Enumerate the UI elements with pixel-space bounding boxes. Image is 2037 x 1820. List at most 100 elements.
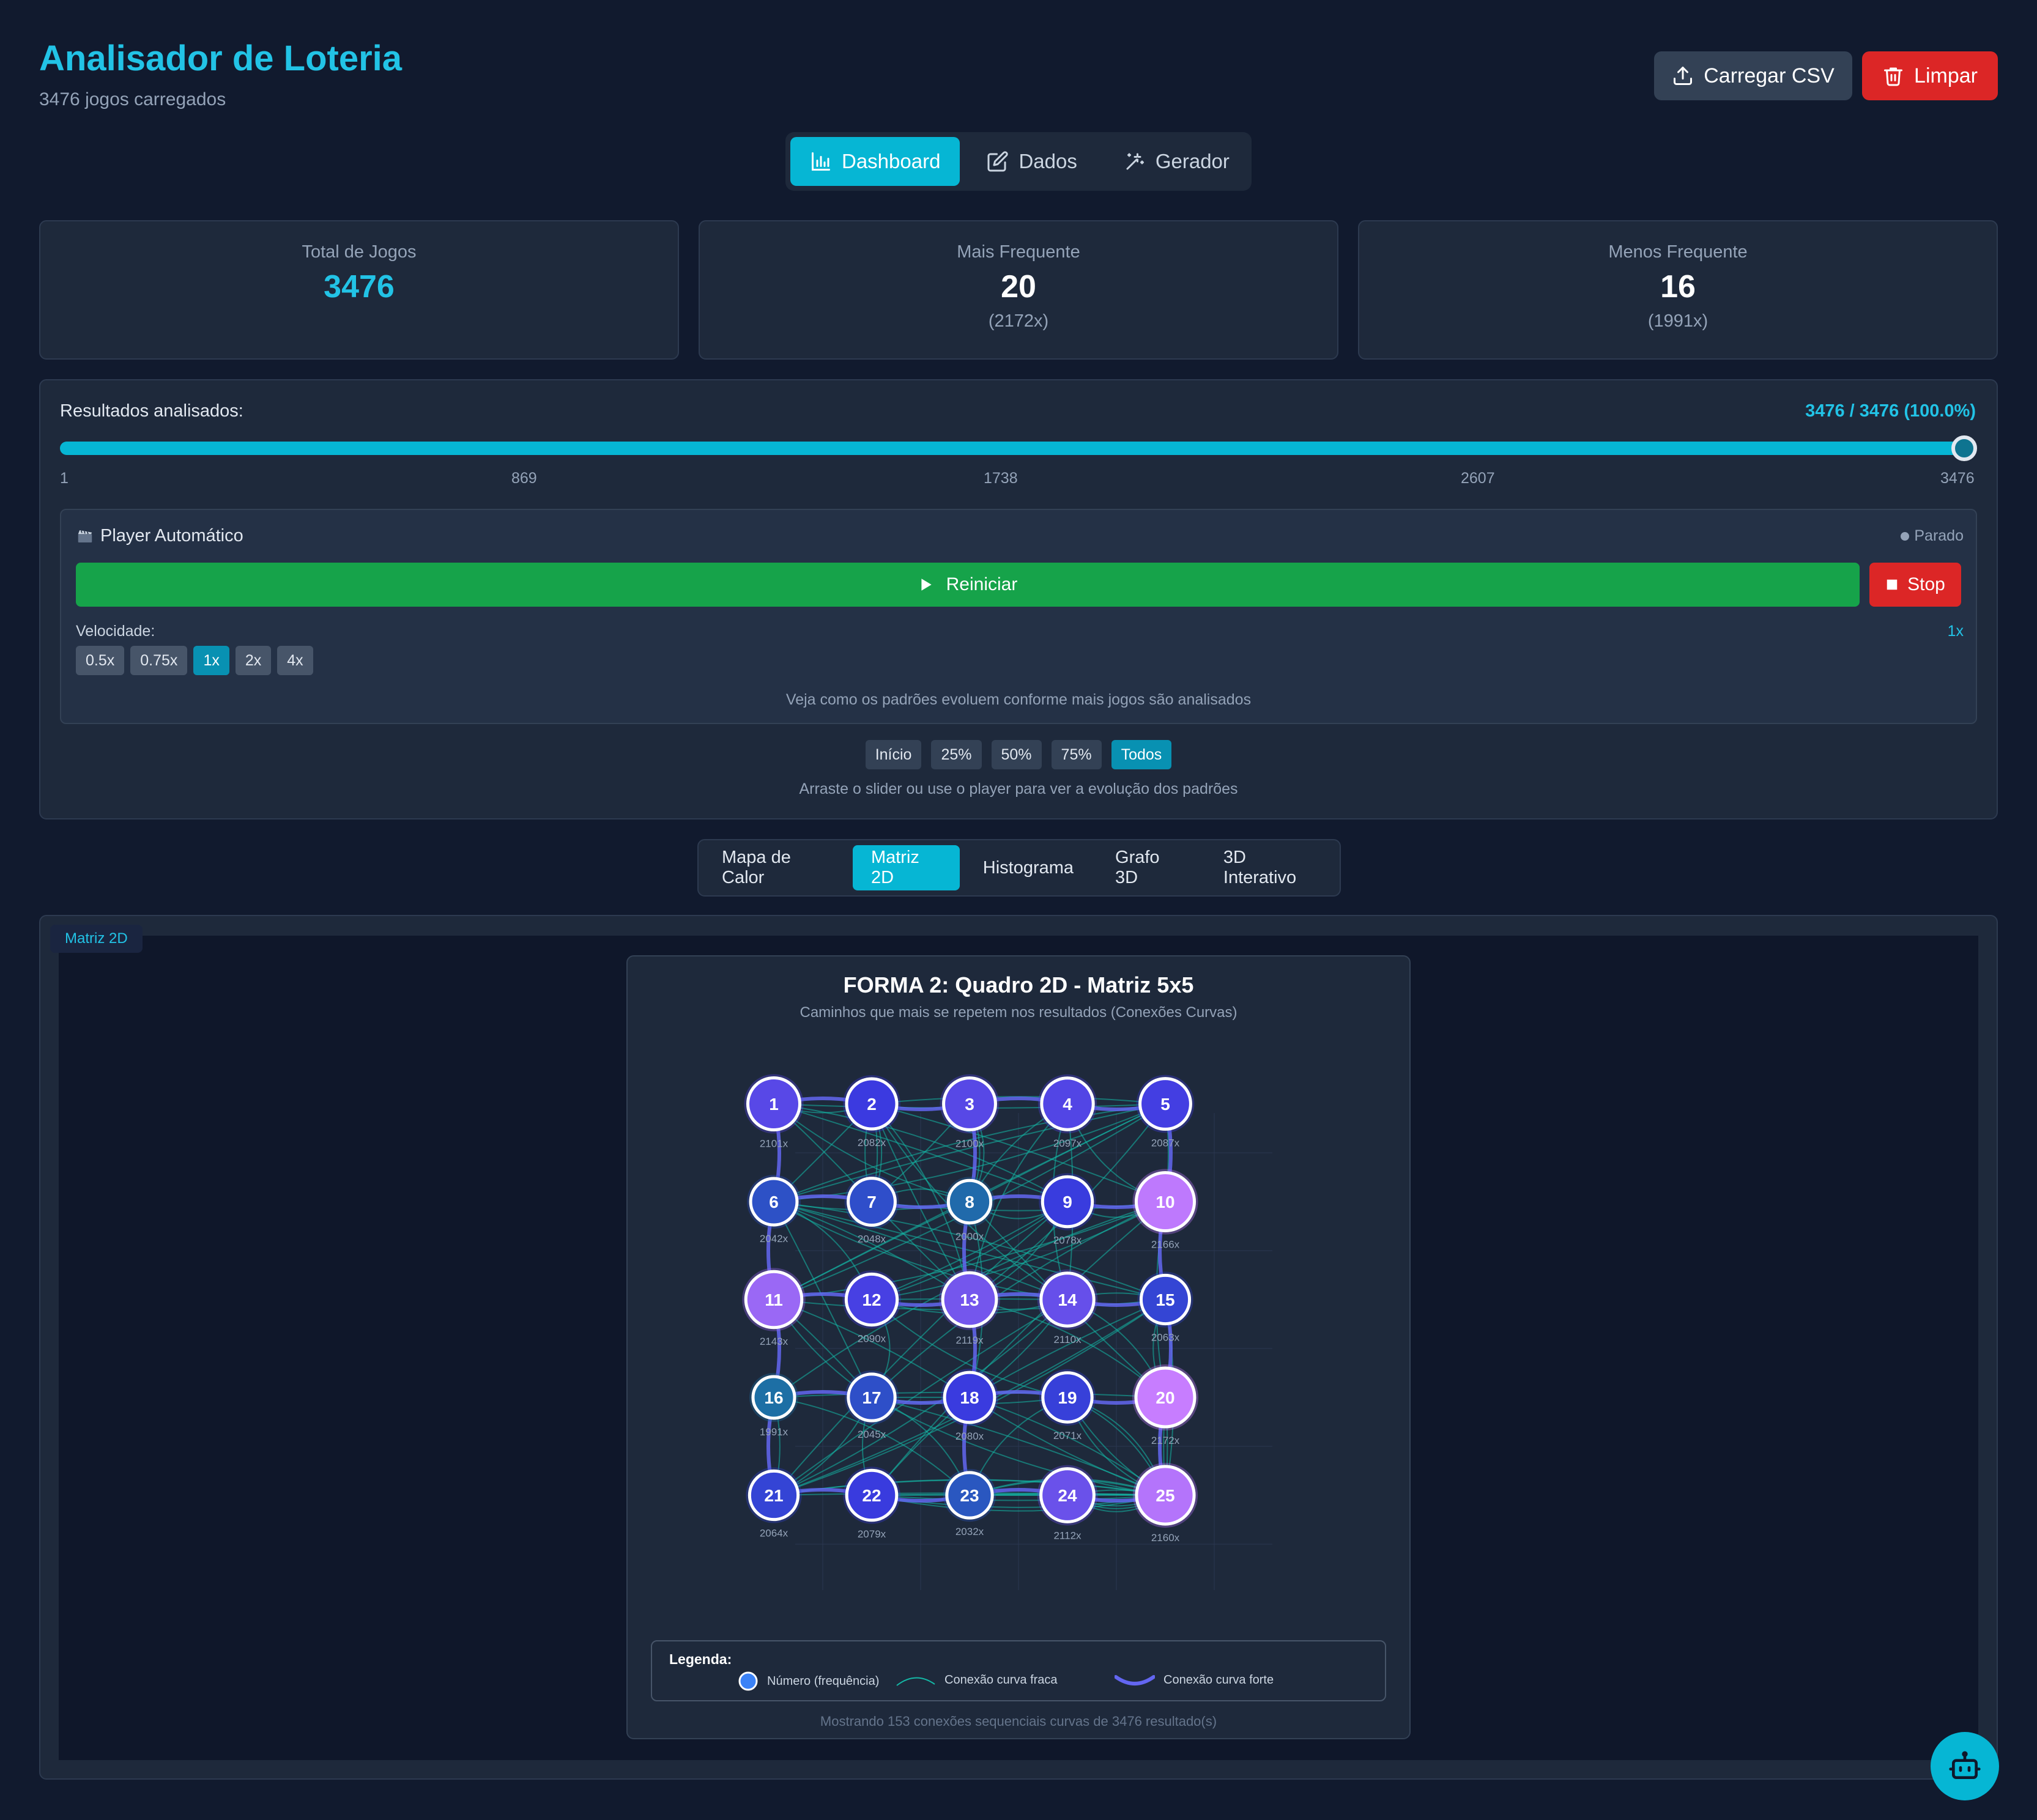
speed-option[interactable]: 0.75x (130, 646, 188, 675)
node-frequency: 1991x (760, 1426, 788, 1438)
magic-wand-icon (1126, 153, 1144, 170)
games-loaded-count: 3476 jogos carregados (39, 89, 226, 109)
upload-csv-label: Carregar CSV (1704, 64, 1835, 87)
preset-hint: Arraste o slider ou use o player para ve… (799, 780, 1238, 797)
preset-option[interactable]: 50% (991, 740, 1042, 769)
node-number: 8 (965, 1193, 974, 1211)
node-number: 23 (960, 1486, 979, 1505)
node-number: 10 (1156, 1193, 1174, 1211)
matrix-node[interactable]: 4 2097x (1037, 1074, 1097, 1149)
tab-dados[interactable]: Dados (967, 137, 1096, 186)
matrix-node[interactable]: 11 2143x (742, 1268, 806, 1347)
node-number: 19 (1058, 1388, 1077, 1407)
tab-matrix-2d[interactable]: Matriz 2D (852, 845, 960, 890)
restart-button[interactable]: Reiniciar (76, 563, 1860, 607)
results-slider-thumb[interactable] (1951, 435, 1977, 461)
speed-option[interactable]: 4x (277, 646, 313, 675)
preset-option[interactable]: Início (865, 740, 922, 769)
tab-gerador-label: Gerador (1155, 150, 1230, 172)
speed-option[interactable]: 1x (193, 646, 229, 675)
legend-strong: Conexão curva forte (1115, 1671, 1274, 1689)
node-number: 1 (769, 1095, 779, 1114)
tab-histogram[interactable]: Histograma (965, 845, 1092, 890)
node-number: 2 (867, 1095, 877, 1114)
matrix-node[interactable]: 22 2079x (843, 1467, 900, 1540)
matrix-node[interactable]: 13 2119x (939, 1269, 1000, 1346)
node-number: 4 (1063, 1095, 1072, 1114)
node-number: 13 (960, 1290, 979, 1309)
results-count: 3476 / 3476 (100.0%) (1805, 401, 1976, 421)
results-label: Resultados analisados: (60, 401, 243, 421)
node-frequency: 2160x (1151, 1532, 1180, 1544)
node-number: 6 (769, 1193, 779, 1211)
matrix-node[interactable]: 1 2101x (744, 1074, 804, 1150)
legend-title: Legenda: (669, 1651, 732, 1667)
upload-csv-button[interactable]: Carregar CSV (1654, 51, 1852, 100)
tab-dashboard[interactable]: Dashboard (790, 137, 960, 186)
matrix-node[interactable]: 19 2071x (1039, 1369, 1096, 1441)
tab-gerador[interactable]: Gerador (1104, 137, 1249, 186)
node-frequency: 2048x (858, 1233, 886, 1245)
edit-icon (987, 151, 1009, 172)
tab-dados-label: Dados (1018, 150, 1077, 172)
matrix-node[interactable]: 21 2064x (746, 1467, 802, 1539)
player-title-text: Player Automático (100, 526, 243, 546)
node-frequency: 2000x (955, 1231, 984, 1243)
preset-option[interactable]: 25% (931, 740, 982, 769)
node-frequency: 2078x (1053, 1235, 1082, 1246)
matrix-node[interactable]: 18 2080x (941, 1369, 998, 1442)
stat-sub: (2172x) (988, 311, 1049, 331)
status-dot-icon (1901, 531, 1910, 541)
assistant-button[interactable] (1931, 1732, 1999, 1800)
stat-card-total: Total de Jogos 3476 (39, 220, 679, 360)
tab-interactive-3d[interactable]: 3D Interativo (1205, 845, 1335, 890)
node-number: 17 (862, 1388, 881, 1407)
matrix-node[interactable]: 23 2032x (943, 1468, 996, 1537)
clear-button[interactable]: Limpar (1862, 51, 1998, 100)
matrix-node[interactable]: 2 2082x (842, 1075, 901, 1149)
node-frequency: 2064x (760, 1528, 788, 1539)
tab-heatmap[interactable]: Mapa de Calor (703, 845, 848, 890)
stat-card-most-frequent: Mais Frequente 20 (2172x) (699, 220, 1338, 360)
matrix-node[interactable]: 24 2112x (1037, 1465, 1098, 1542)
node-number: 3 (965, 1095, 974, 1114)
matrix-node[interactable]: 5 2087x (1136, 1075, 1195, 1149)
node-number: 5 (1160, 1095, 1170, 1114)
matrix-node[interactable]: 25 2160x (1132, 1462, 1198, 1544)
node-number: 21 (764, 1486, 783, 1505)
matrix-node[interactable]: 12 2090x (842, 1270, 901, 1345)
stat-label: Menos Frequente (1608, 242, 1748, 262)
legend-node-label: Número (frequência) (767, 1674, 880, 1688)
node-frequency: 2097x (1053, 1138, 1082, 1149)
speed-option[interactable]: 2x (235, 646, 272, 675)
stop-icon (1887, 579, 1898, 590)
speed-option[interactable]: 0.5x (76, 646, 125, 675)
matrix-node[interactable]: 10 2166x (1132, 1169, 1198, 1251)
node-frequency: 2080x (955, 1430, 984, 1442)
node-number: 25 (1156, 1486, 1174, 1505)
node-frequency: 2042x (760, 1233, 788, 1245)
speed-label: Velocidade: (76, 623, 155, 640)
preset-option[interactable]: 75% (1051, 740, 1102, 769)
matrix-node[interactable]: 16 1991x (749, 1373, 798, 1438)
preset-option[interactable]: Todos (1111, 740, 1172, 769)
bar-chart-icon (812, 152, 830, 171)
results-slider[interactable] (60, 442, 1965, 455)
matrix-title: FORMA 2: Quadro 2D - Matriz 5x5 (843, 972, 1194, 997)
legend-node: Número (frequência) (738, 1671, 879, 1692)
matrix-node[interactable]: 6 2042x (747, 1175, 801, 1245)
node-frequency: 2143x (760, 1336, 788, 1347)
matrix-node[interactable]: 15 2063x (1137, 1271, 1193, 1344)
player-status-text: Parado (1914, 527, 1964, 544)
clapperboard-icon (78, 530, 92, 542)
stat-value: 3476 (324, 269, 395, 305)
stat-card-least-frequent: Menos Frequente 16 (1991x) (1358, 220, 1998, 360)
tab-graph-3d[interactable]: Grafo 3D (1097, 845, 1200, 890)
node-frequency: 2166x (1151, 1239, 1180, 1251)
play-icon (921, 579, 932, 591)
stop-button[interactable]: Stop (1869, 563, 1961, 607)
node-number: 22 (862, 1486, 881, 1505)
main-nav: Dashboard Dados Gerador (785, 132, 1252, 191)
matrix-node[interactable]: 20 2172x (1132, 1364, 1198, 1446)
node-frequency: 2090x (858, 1333, 886, 1345)
